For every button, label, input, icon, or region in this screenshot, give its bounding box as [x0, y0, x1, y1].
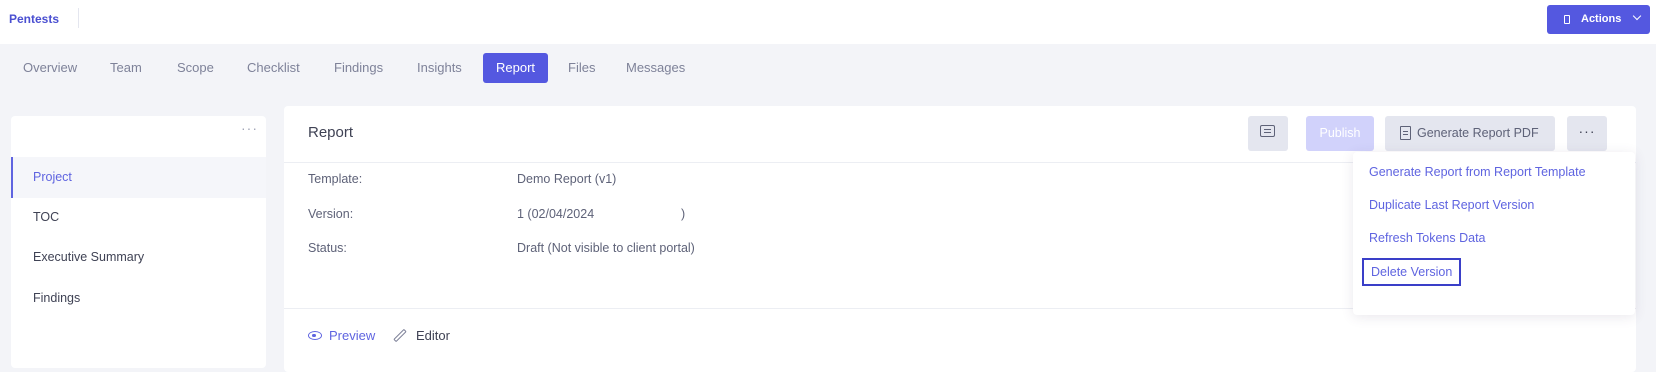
- eye-icon: [308, 331, 322, 340]
- generate-report-pdf-label: Generate Report PDF: [1417, 126, 1539, 140]
- publish-button[interactable]: Publish: [1306, 116, 1374, 151]
- sidebar-item-toc[interactable]: TOC: [11, 197, 266, 238]
- menu-item-delete-version[interactable]: Delete Version: [1362, 258, 1462, 286]
- comment-icon: [1260, 125, 1275, 137]
- menu-item-duplicate-last-version[interactable]: Duplicate Last Report Version: [1369, 198, 1534, 212]
- pencil-icon: [393, 328, 407, 343]
- tab-findings[interactable]: Findings: [321, 53, 396, 83]
- template-label: Template:: [308, 172, 363, 186]
- sidebar-more-button[interactable]: ···: [241, 120, 258, 136]
- status-label: Status:: [308, 241, 347, 255]
- chevron-down-icon: [1632, 11, 1642, 21]
- actions-label: Actions: [1581, 13, 1622, 25]
- top-bar: Pentests Actions: [0, 0, 1656, 44]
- document-icon: [1400, 126, 1411, 140]
- tab-team[interactable]: Team: [97, 53, 155, 83]
- tab-messages[interactable]: Messages: [613, 53, 698, 83]
- generate-report-pdf-button[interactable]: Generate Report PDF: [1385, 116, 1555, 151]
- comments-button[interactable]: [1248, 116, 1288, 151]
- template-value: Demo Report (v1): [517, 172, 617, 186]
- brand-divider: [78, 8, 79, 28]
- tab-insights[interactable]: Insights: [404, 53, 475, 83]
- device-icon: [1564, 15, 1570, 24]
- version-value: 1 (02/04/2024 ): [517, 207, 686, 221]
- brand-title[interactable]: Pentests: [9, 12, 59, 26]
- tab-checklist[interactable]: Checklist: [234, 53, 313, 83]
- report-title: Report: [308, 124, 354, 141]
- tab-files[interactable]: Files: [555, 53, 608, 83]
- status-value: Draft (Not visible to client portal): [517, 241, 695, 255]
- sidebar-item-executive-summary[interactable]: Executive Summary: [11, 237, 266, 278]
- tab-overview[interactable]: Overview: [10, 53, 90, 83]
- preview-label: Preview: [329, 328, 376, 343]
- sidebar-item-project[interactable]: Project: [11, 157, 266, 198]
- version-label: Version:: [308, 207, 354, 221]
- more-options-button[interactable]: ···: [1567, 116, 1607, 151]
- report-sidebar: ··· Project TOC Executive Summary Findin…: [11, 116, 266, 368]
- menu-item-generate-from-template[interactable]: Generate Report from Report Template: [1369, 165, 1586, 179]
- sidebar-item-findings[interactable]: Findings: [11, 278, 266, 319]
- more-options-menu: Generate Report from Report Template Dup…: [1353, 152, 1635, 315]
- editor-label: Editor: [416, 328, 450, 343]
- menu-item-refresh-tokens[interactable]: Refresh Tokens Data: [1369, 231, 1486, 245]
- tab-report[interactable]: Report: [483, 53, 549, 83]
- actions-button[interactable]: Actions: [1547, 5, 1650, 34]
- tab-scope[interactable]: Scope: [164, 53, 227, 83]
